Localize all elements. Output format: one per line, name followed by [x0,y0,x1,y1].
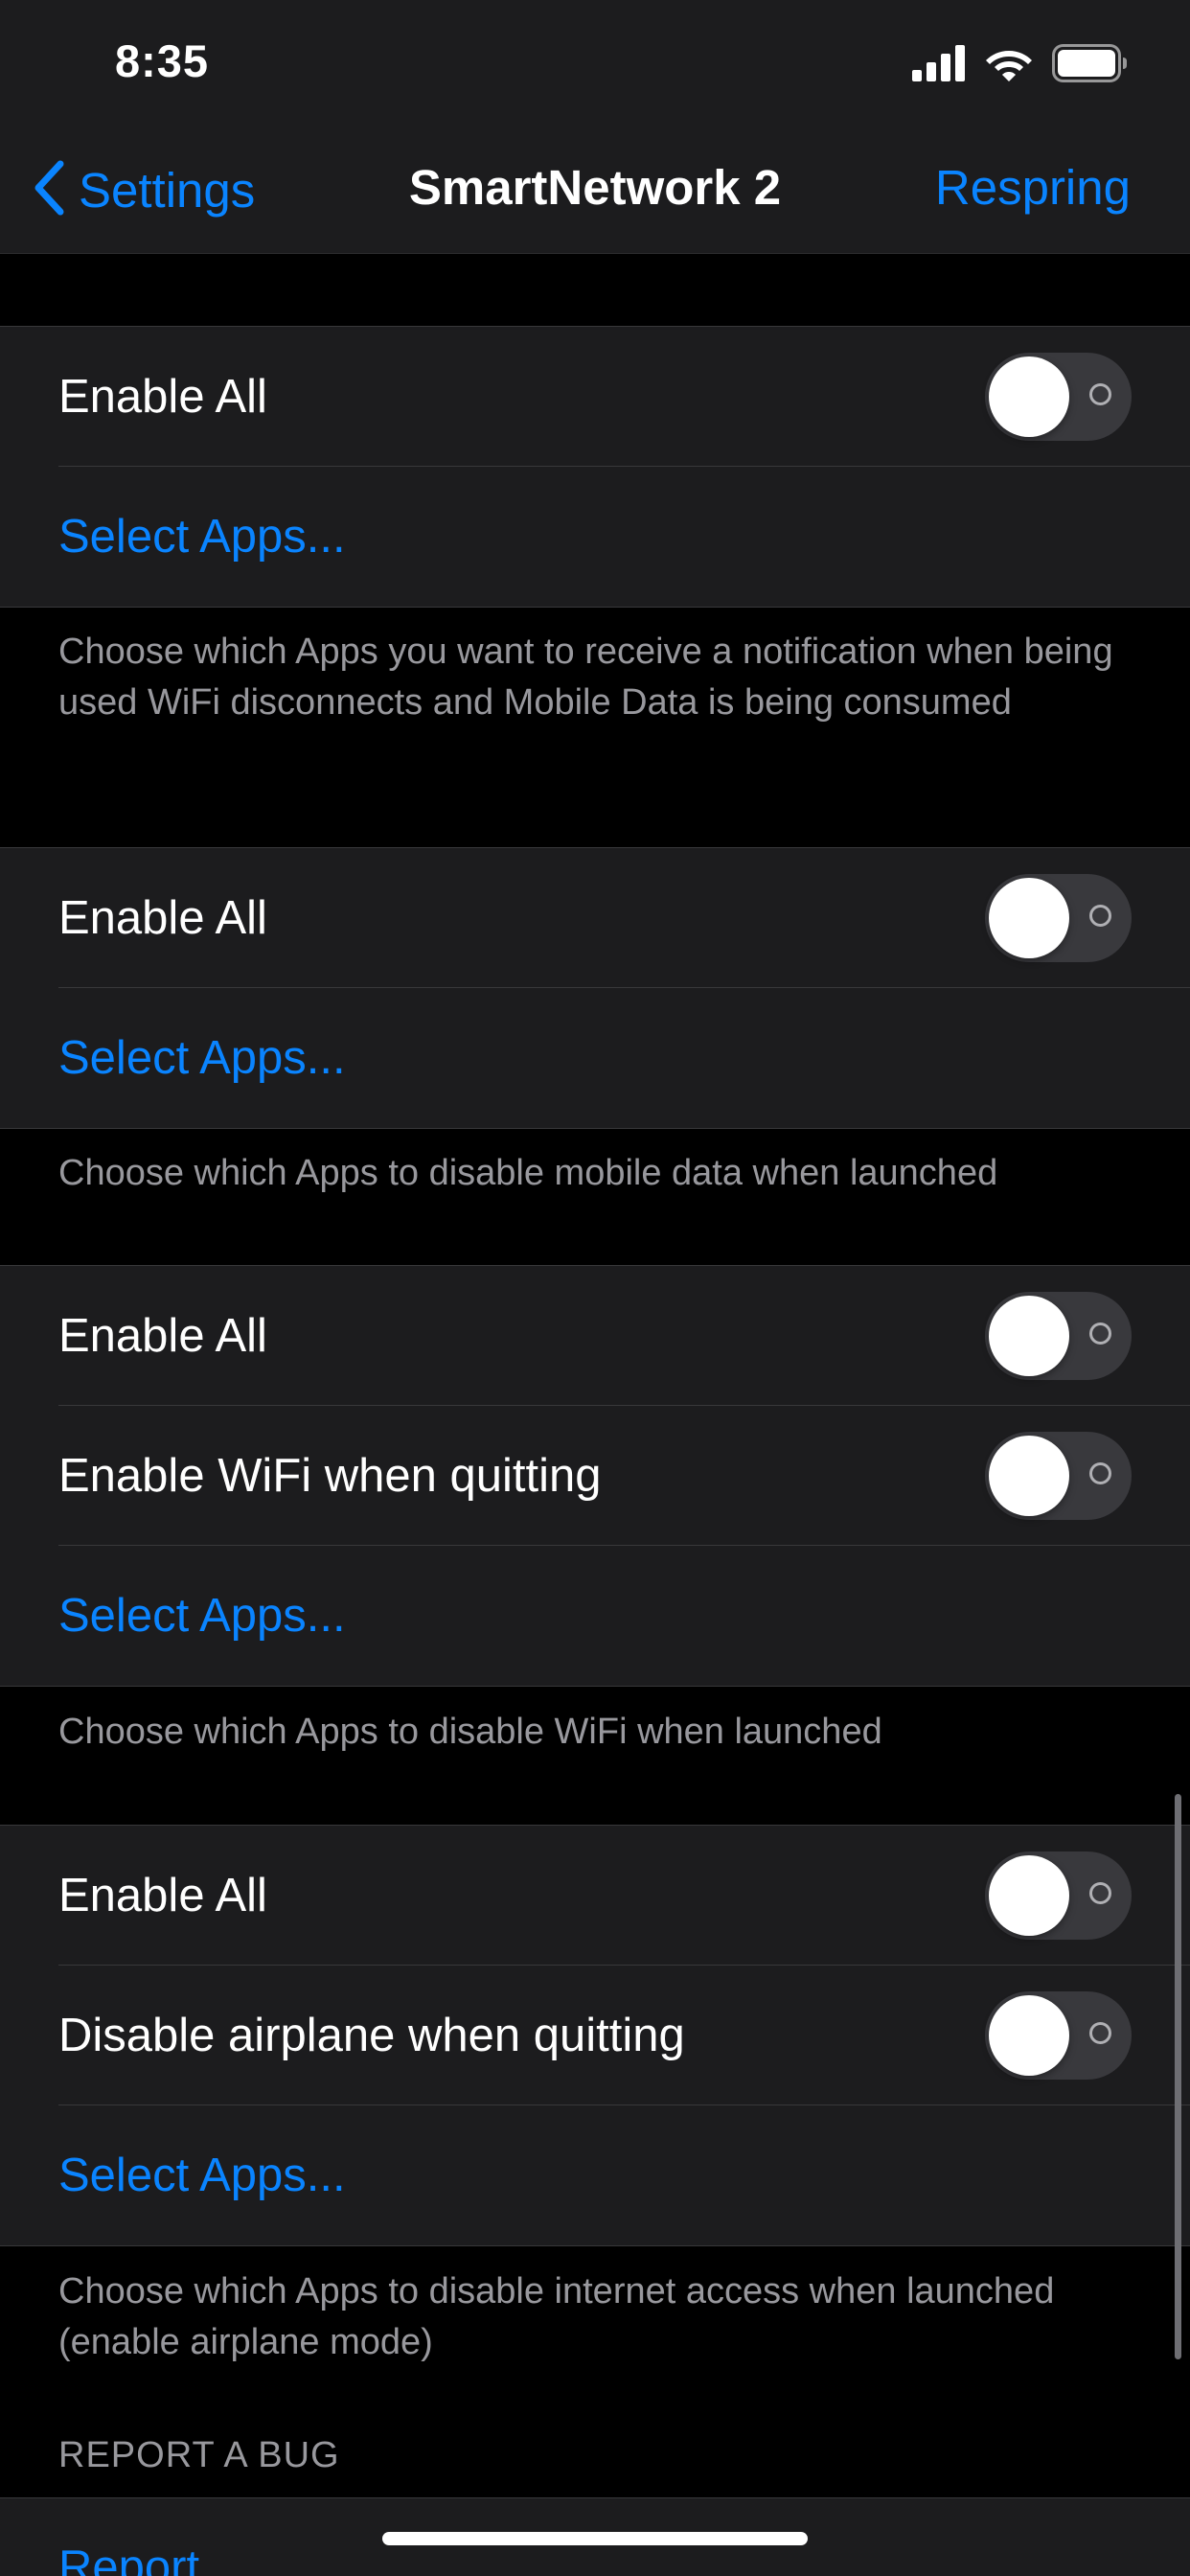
enable-all-row: Enable All [0,1826,1190,1966]
select-apps-link[interactable]: Select Apps... [58,1589,346,1643]
row-label: Disable airplane when quitting [58,2010,685,2061]
toggle-knob [989,1296,1069,1376]
toggle-off-indicator [1089,383,1111,405]
toggle-off-indicator [1089,905,1111,927]
nav-divider [0,253,1190,254]
disable-mobile-data-group: Enable All Select Apps... [0,847,1190,1129]
row-label: Enable All [58,1870,267,1921]
toggle-off-indicator [1089,1322,1111,1345]
disable-internet-group: Enable All Disable airplane when quittin… [0,1825,1190,2246]
toggle-off-indicator [1089,1882,1111,1904]
toggle-knob [989,1995,1069,2076]
toggle-knob [989,1855,1069,1936]
notify-apps-group: Enable All Select Apps... [0,326,1190,608]
enable-all-toggle[interactable] [985,874,1132,962]
section-header: REPORT A BUG [58,2435,340,2475]
row-label: Enable All [58,1310,267,1362]
enable-all-toggle[interactable] [985,353,1132,441]
select-apps-row[interactable]: Select Apps... [0,2105,1190,2245]
group-footer: Choose which Apps to disable WiFi when l… [58,1712,882,1752]
enable-all-toggle[interactable] [985,1852,1132,1940]
enable-wifi-when-quitting-row: Enable WiFi when quitting [0,1406,1190,1546]
enable-all-toggle[interactable] [985,1292,1132,1380]
wifi-icon [985,45,1033,86]
toggle-knob [989,356,1069,437]
enable-all-row: Enable All [0,327,1190,467]
row-label: Enable All [58,371,267,423]
row-label: Enable All [58,892,267,944]
status-time: 8:35 [115,35,210,86]
select-apps-row[interactable]: Select Apps... [0,988,1190,1128]
group-footer: Choose which Apps to disable mobile data… [58,1153,998,1193]
report-link[interactable]: Report [58,2541,199,2576]
scroll-indicator[interactable] [1175,1794,1181,2359]
disable-airplane-when-quitting-row: Disable airplane when quitting [0,1966,1190,2105]
disable-airplane-when-quitting-toggle[interactable] [985,1991,1132,2080]
respring-button[interactable]: Respring [935,159,1131,216]
group-footer: Choose which Apps you want to receive a … [58,632,1113,723]
status-icons [912,42,1129,88]
group-footer: Choose which Apps to disable internet ac… [58,2271,1055,2362]
home-indicator[interactable] [382,2532,808,2545]
enable-all-row: Enable All [0,1266,1190,1406]
row-label: Enable WiFi when quitting [58,1450,602,1502]
settings-screen: 8:35 Settings SmartNetwork 2 Respring En… [0,0,1190,2576]
cellular-signal-icon [912,44,966,86]
battery-icon [1052,43,1129,87]
toggle-off-indicator [1089,1462,1111,1484]
toggle-off-indicator [1089,2022,1111,2044]
toggle-knob [989,1436,1069,1516]
enable-all-row: Enable All [0,848,1190,988]
disable-wifi-group: Enable All Enable WiFi when quitting Sel… [0,1265,1190,1687]
select-apps-row[interactable]: Select Apps... [0,467,1190,607]
navigation-bar: 8:35 Settings SmartNetwork 2 Respring [0,0,1190,254]
toggle-knob [989,878,1069,958]
select-apps-link[interactable]: Select Apps... [58,510,346,564]
select-apps-link[interactable]: Select Apps... [58,2149,346,2202]
enable-wifi-when-quitting-toggle[interactable] [985,1432,1132,1520]
select-apps-link[interactable]: Select Apps... [58,1031,346,1085]
select-apps-row[interactable]: Select Apps... [0,1546,1190,1686]
